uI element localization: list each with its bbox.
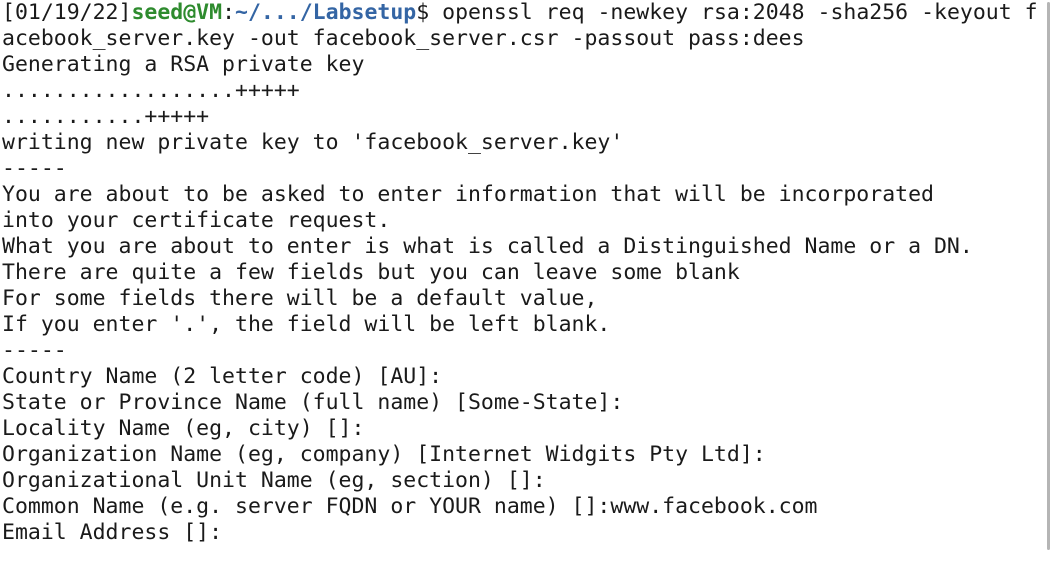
output-line: -----: [2, 338, 67, 363]
prompt-path: ~/.../Labsetup: [235, 0, 417, 25]
terminal-window[interactable]: [01/19/22]seed@VM:~/.../Labsetup$ openss…: [0, 0, 1044, 571]
output-line: Locality Name (eg, city) []:: [2, 416, 365, 441]
output-line: Generating a RSA private key: [2, 52, 365, 77]
output-line: Email Address []:: [2, 520, 223, 545]
output-line: Organization Name (eg, company) [Interne…: [2, 442, 766, 467]
scrollbar-thumb[interactable]: [1047, 2, 1050, 550]
output-line: You are about to be asked to enter infor…: [2, 182, 934, 207]
command-continuation: acebook_server.key -out facebook_server.…: [2, 26, 805, 51]
output-line: State or Province Name (full name) [Some…: [2, 390, 624, 415]
output-line: Country Name (2 letter code) [AU]:: [2, 364, 443, 389]
output-line: There are quite a few fields but you can…: [2, 260, 740, 285]
output-line: ..................+++++: [2, 78, 300, 103]
output-line: -----: [2, 156, 67, 181]
prompt-symbol: $: [416, 0, 430, 25]
prompt-separator: :: [222, 0, 236, 25]
output-line: If you enter '.', the field will be left…: [2, 312, 611, 337]
output-line: writing new private key to 'facebook_ser…: [2, 130, 624, 155]
prompt-line: [01/19/22]seed@VM:~/.../Labsetup$ openss…: [0, 0, 1044, 26]
output-line: For some fields there will be a default …: [2, 286, 598, 311]
command-text: openssl req -newkey rsa:2048 -sha256 -ke…: [429, 0, 1038, 25]
vertical-scrollbar[interactable]: [1044, 0, 1052, 571]
output-line: ...........+++++: [2, 104, 210, 129]
prompt-timestamp: [01/19/22]: [2, 0, 132, 25]
output-line: Organizational Unit Name (eg, section) […: [2, 468, 546, 493]
output-line: What you are about to enter is what is c…: [2, 234, 973, 259]
output-line: Common Name (e.g. server FQDN or YOUR na…: [2, 494, 818, 519]
output-line: into your certificate request.: [2, 208, 391, 233]
prompt-user-host: seed@VM: [131, 0, 223, 25]
